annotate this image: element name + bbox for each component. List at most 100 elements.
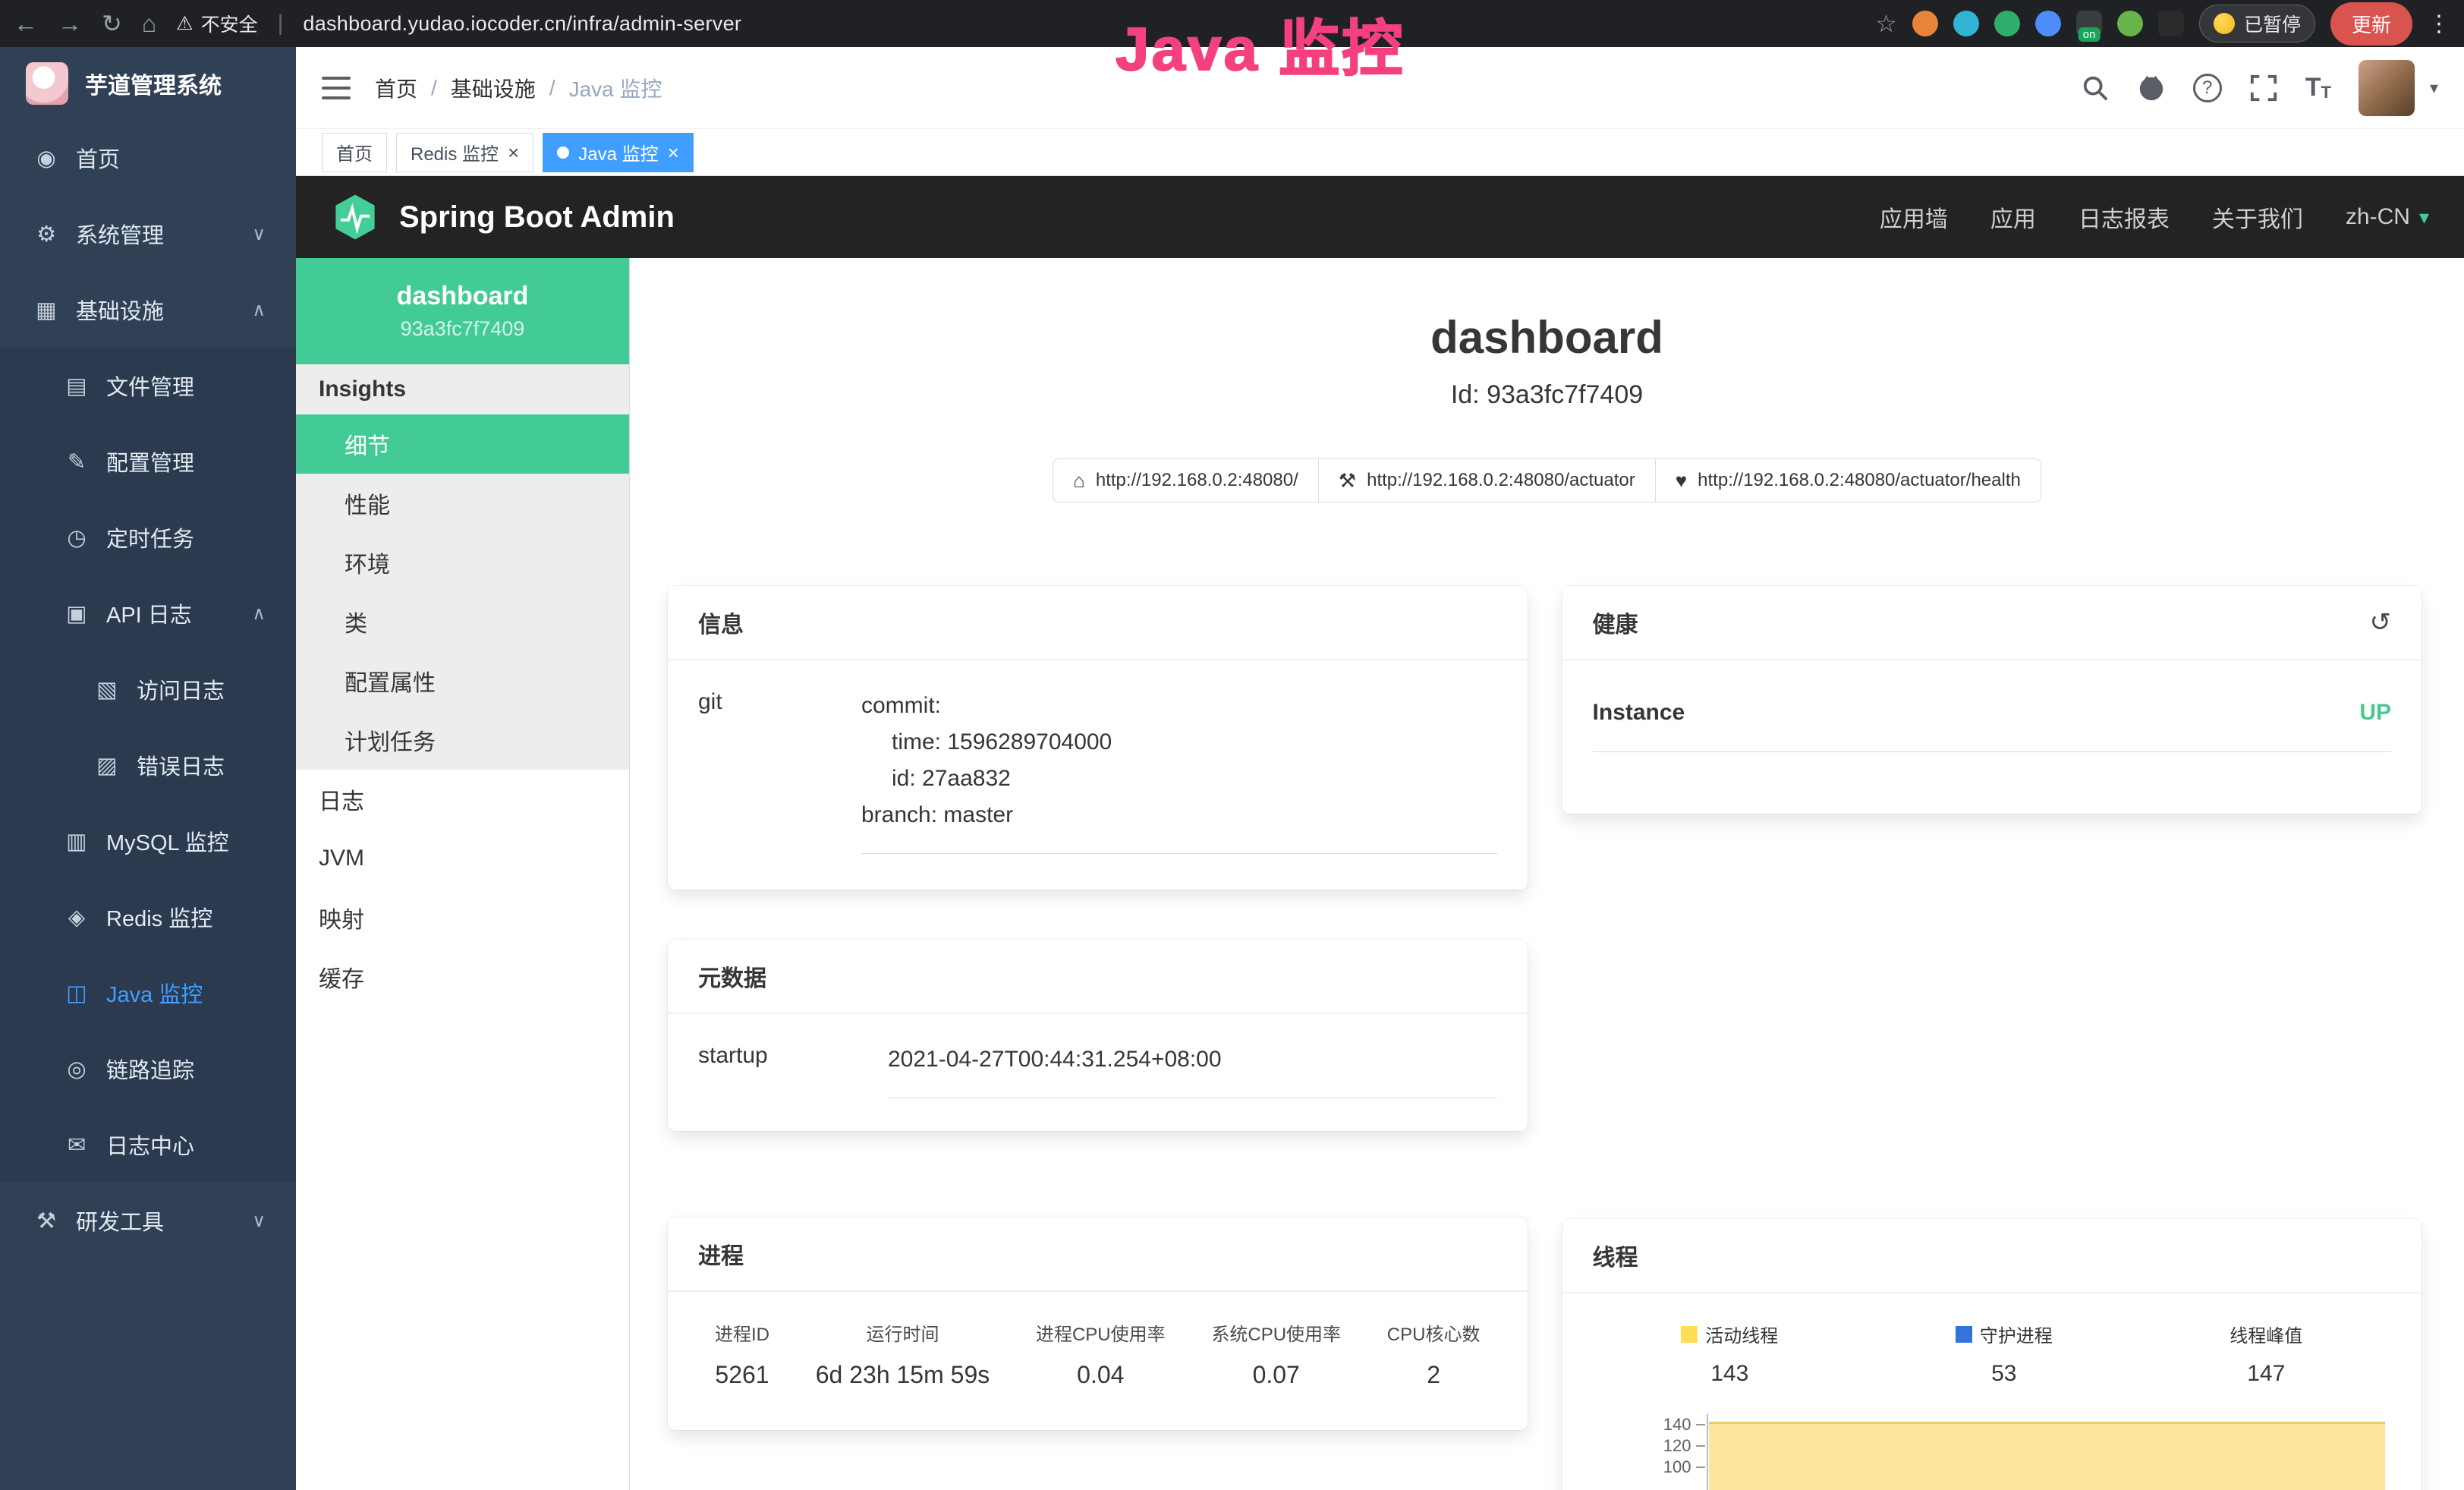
sidebar-item-error-logs[interactable]: ▨ 错误日志	[0, 727, 296, 803]
profile-paused-badge[interactable]: 已暂停	[2199, 5, 2315, 43]
search-icon[interactable]	[2081, 74, 2110, 102]
tab-label: Java 监控	[578, 139, 658, 165]
sidebar-item-java-monitor[interactable]: ◫ Java 监控	[0, 955, 296, 1031]
sidebar-item-dev-tools[interactable]: ⚒ 研发工具 ∨	[0, 1183, 296, 1258]
back-icon[interactable]: ←	[14, 11, 38, 36]
tab-java-monitor[interactable]: Java 监控 ×	[543, 133, 694, 172]
sidebar-item-config-management[interactable]: ✎ 配置管理	[0, 424, 296, 499]
stat-value: 0.04	[1036, 1361, 1166, 1389]
tags-view-bar: 首页 Redis 监控 × Java 监控 ×	[296, 129, 2464, 176]
process-stat: 系统CPU使用率 0.07	[1211, 1319, 1341, 1389]
breadcrumb-home[interactable]: 首页	[375, 73, 417, 103]
file-icon: ▤	[62, 373, 91, 399]
page-title: dashboard	[630, 311, 2464, 364]
threads-card-header: 线程	[1562, 1219, 2422, 1293]
locale-select[interactable]: zh-CN ▾	[2346, 204, 2429, 230]
breadcrumb-separator: /	[431, 76, 437, 100]
browser-update-button[interactable]: 更新	[2330, 2, 2412, 46]
left-column: 信息 git commit: time: 1596289704000 id: 2…	[668, 586, 1528, 1430]
help-icon[interactable]: ?	[2193, 74, 2222, 102]
sidebar-item-label: 研发工具	[76, 1205, 164, 1236]
sidebar-item-mysql-monitor[interactable]: ▥ MySQL 监控	[0, 803, 296, 879]
chevron-down-icon: ∨	[252, 1210, 266, 1232]
sidebar-item-home[interactable]: ◉ 首页	[0, 120, 296, 196]
process-stat: 进程CPU使用率 0.04	[1036, 1319, 1166, 1389]
sidebar-item-tracing[interactable]: ◎ 链路追踪	[0, 1031, 296, 1107]
extension-icon[interactable]	[2158, 11, 2184, 36]
info-value: commit: time: 1596289704000 id: 27aa832 …	[861, 688, 1497, 854]
history-icon[interactable]: ↺	[2370, 607, 2392, 638]
status-badge: UP	[2359, 700, 2391, 726]
sidebar-item-access-logs[interactable]: ▧ 访问日志	[0, 651, 296, 727]
sba-item-classes[interactable]: 类	[296, 592, 629, 651]
sba-item-scheduled-tasks[interactable]: 计划任务	[296, 710, 629, 770]
sba-item-jvm[interactable]: JVM	[296, 829, 629, 888]
sba-item-mappings[interactable]: 映射	[296, 888, 629, 947]
breadcrumb-infrastructure[interactable]: 基础设施	[451, 73, 536, 103]
sba-item-environment[interactable]: 环境	[296, 533, 629, 592]
screen: ← → ↻ ⌂ ⚠ 不安全 | dashboard.yudao.iocoder.…	[0, 0, 2464, 1490]
extension-icon[interactable]	[1953, 11, 1979, 36]
sidebar-item-scheduled-jobs[interactable]: ◷ 定时任务	[0, 499, 296, 575]
close-icon[interactable]: ×	[508, 143, 519, 162]
actuator-url-button[interactable]: ⚒ http://192.168.0.2:48080/actuator	[1318, 458, 1656, 502]
y-tick: 140	[1663, 1414, 1707, 1435]
font-size-small: T	[2321, 83, 2331, 102]
java-monitor-icon: ◫	[62, 980, 91, 1006]
tab-home[interactable]: 首页	[322, 133, 387, 172]
legend-value: 143	[1681, 1361, 1778, 1387]
health-url-button[interactable]: ♥ http://192.168.0.2:48080/actuator/heal…	[1655, 458, 2041, 502]
extension-icon[interactable]	[2117, 11, 2143, 36]
forward-icon[interactable]: →	[58, 11, 82, 36]
sba-item-details[interactable]: 细节	[296, 414, 629, 474]
sba-link-journal[interactable]: 日志报表	[2079, 200, 2170, 234]
instance-header[interactable]: dashboard 93a3fc7f7409	[296, 258, 629, 364]
sba-item-caches[interactable]: 缓存	[296, 947, 629, 1006]
sidebar-item-api-logs[interactable]: ▣ API 日志 ∧	[0, 575, 296, 651]
reload-icon[interactable]: ↻	[102, 11, 122, 36]
extension-icon[interactable]	[2035, 11, 2061, 36]
github-icon[interactable]	[2137, 74, 2166, 102]
close-icon[interactable]: ×	[668, 143, 679, 162]
question-glyph: ?	[2202, 77, 2212, 99]
sba-link-applications[interactable]: 应用	[1990, 200, 2036, 234]
browser-menu-icon[interactable]: ⋮	[2428, 11, 2450, 37]
browser-actions: ☆ on 已暂停 更新 ⋮	[1875, 2, 2450, 46]
address-separator: |	[278, 11, 284, 36]
info-key: git	[698, 688, 861, 854]
browser-home-icon[interactable]: ⌂	[142, 11, 156, 36]
bookmark-star-icon[interactable]: ☆	[1875, 11, 1897, 36]
avatar-caret-icon[interactable]: ▾	[2430, 78, 2438, 98]
app-logo-row[interactable]: 芋道管理系统	[0, 47, 296, 120]
instance-id: 93a3fc7f7409	[401, 317, 525, 341]
extension-icon[interactable]: on	[2076, 11, 2102, 36]
address-url[interactable]: dashboard.yudao.iocoder.cn/infra/admin-s…	[303, 12, 741, 36]
extension-icon[interactable]	[1912, 11, 1938, 36]
sba-link-about[interactable]: 关于我们	[2212, 200, 2303, 234]
sidebar-item-system-management[interactable]: ⚙ 系统管理 ∨	[0, 196, 296, 272]
sidebar-item-file-management[interactable]: ▤ 文件管理	[0, 348, 296, 424]
heart-icon: ♥	[1676, 469, 1687, 493]
sidebar-item-log-center[interactable]: ✉ 日志中心	[0, 1107, 296, 1183]
sba-item-metrics[interactable]: 性能	[296, 474, 629, 533]
font-size-icon[interactable]: T T	[2305, 73, 2331, 102]
sidebar-item-redis-monitor[interactable]: ◈ Redis 监控	[0, 879, 296, 955]
stat-label: 运行时间	[816, 1319, 990, 1346]
sba-item-logs[interactable]: 日志	[296, 770, 629, 829]
sidebar-item-label: 错误日志	[137, 749, 225, 781]
fullscreen-icon[interactable]	[2249, 74, 2278, 102]
sba-brand[interactable]: Spring Boot Admin	[331, 193, 675, 241]
service-url-button[interactable]: ⌂ http://192.168.0.2:48080/	[1053, 458, 1319, 502]
error-log-icon: ▨	[93, 752, 121, 779]
sba-item-config-props[interactable]: 配置属性	[296, 651, 629, 710]
security-chip[interactable]: ⚠ 不安全	[176, 10, 257, 37]
hamburger-icon[interactable]	[322, 77, 351, 99]
user-avatar[interactable]	[2359, 60, 2415, 116]
process-card-header: 进程	[668, 1218, 1528, 1292]
chevron-down-icon: ∨	[252, 223, 266, 245]
sba-link-wallboard[interactable]: 应用墙	[1880, 200, 1948, 234]
sidebar-item-infrastructure[interactable]: ▦ 基础设施 ∧	[0, 272, 296, 348]
extension-icon[interactable]	[1994, 11, 2020, 36]
legend-value: 147	[2230, 1361, 2302, 1387]
tab-redis-monitor[interactable]: Redis 监控 ×	[396, 133, 533, 172]
